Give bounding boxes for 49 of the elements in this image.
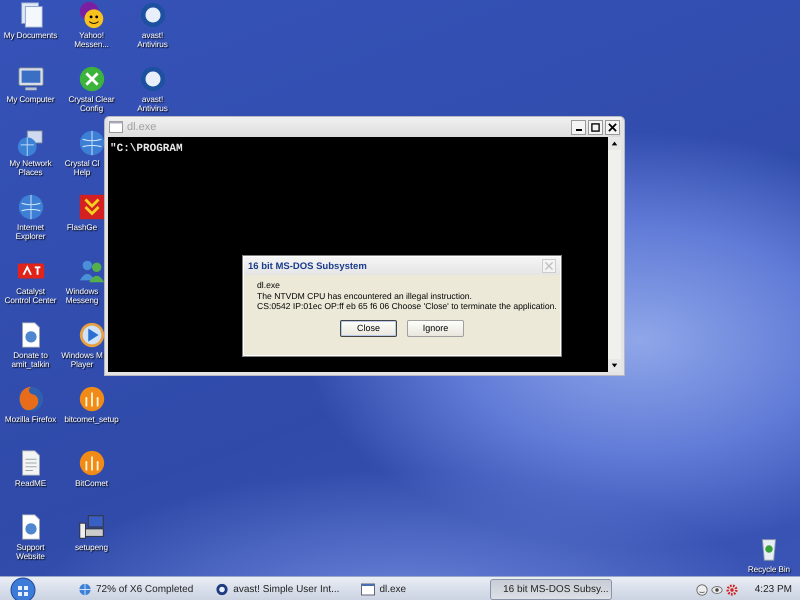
- desktop-icon-label[interactable]: Crystal Clear Config: [68, 95, 114, 113]
- clock: 4:23 PM: [754, 584, 792, 595]
- minimize-icon: [576, 129, 582, 131]
- scroll-up-icon[interactable]: [608, 137, 621, 150]
- globe-icon: [78, 583, 92, 596]
- desktop-icon-label[interactable]: Mozilla Firefox: [4, 415, 56, 424]
- window-icon: [109, 121, 123, 133]
- taskbar-button[interactable]: avast! Simple User Int...: [207, 579, 348, 600]
- desktop-icon-label[interactable]: Donate to amit_talkin: [11, 351, 50, 369]
- desktop-icon-label[interactable]: setupeng: [75, 543, 108, 552]
- eye-tray-icon[interactable]: [710, 584, 723, 596]
- desktop-icon-label[interactable]: avast! Antivirus: [137, 31, 168, 49]
- desktop-icon-label[interactable]: Crystal Cl Help: [64, 159, 100, 177]
- desktop-icon-label[interactable]: Internet Explorer: [16, 223, 46, 241]
- desktop-icon-label[interactable]: Windows M Player: [61, 351, 103, 369]
- desktop-icon-label[interactable]: Catalyst Control Center: [4, 287, 56, 305]
- desktop-icon-label[interactable]: Windows Messeng: [66, 287, 98, 305]
- desktop-icon-label[interactable]: bitcomet_setup: [64, 415, 119, 424]
- desktop-icon-label[interactable]: ReadME: [14, 479, 46, 488]
- dialog-button[interactable]: Close: [340, 320, 397, 336]
- scroll-down-icon[interactable]: [608, 359, 621, 372]
- desktop-icon-label[interactable]: FlashGe: [66, 223, 98, 232]
- ring-icon: [215, 583, 230, 596]
- desktop-icon-label[interactable]: Yahoo! Messen...: [74, 31, 109, 49]
- desktop-icon-label[interactable]: My Documents: [4, 31, 58, 40]
- close-icon: [608, 122, 617, 132]
- console-output: "C:\PROGRAM: [110, 143, 183, 155]
- desktop-icon-label[interactable]: avast! Antivirus: [137, 95, 168, 113]
- taskbar-button[interactable]: 16 bit MS-DOS Subsy...: [490, 579, 612, 600]
- maximize-icon: [591, 122, 600, 132]
- dialog-title: 16 bit MS-DOS Subsystem: [248, 260, 368, 272]
- message-text: dl.exe: [257, 280, 281, 290]
- network-globe-icon: [16, 128, 46, 158]
- window-title: dl.exe: [127, 121, 158, 133]
- desktop-icon-label[interactable]: My Network Places: [9, 159, 52, 177]
- window-icon: [361, 583, 376, 596]
- desktop-icon-label[interactable]: BitComet: [75, 479, 108, 488]
- desktop-icon-label[interactable]: Recycle Bin: [748, 565, 790, 574]
- gear-icon[interactable]: [726, 584, 738, 596]
- dialog-button[interactable]: Ignore: [407, 320, 464, 336]
- taskbar-button[interactable]: 72% of X6 Completed: [70, 579, 202, 600]
- taskbar-button[interactable]: dl.exe: [353, 579, 414, 600]
- start-orb-icon[interactable]: [10, 576, 36, 600]
- message-text: CS:0542 IP:01ec OP:ff eb 65 f6 06 Choose 'Close' to terminate the application.: [257, 301, 558, 312]
- message-text: The NTVDM CPU has encountered an illegal instruction.: [257, 290, 473, 301]
- scrollbar[interactable]: [608, 137, 621, 372]
- smiley-tray-icon[interactable]: [696, 584, 708, 596]
- desktop-icon-label[interactable]: Support Website: [16, 543, 45, 561]
- desktop-icon-label[interactable]: My Computer: [6, 95, 55, 104]
